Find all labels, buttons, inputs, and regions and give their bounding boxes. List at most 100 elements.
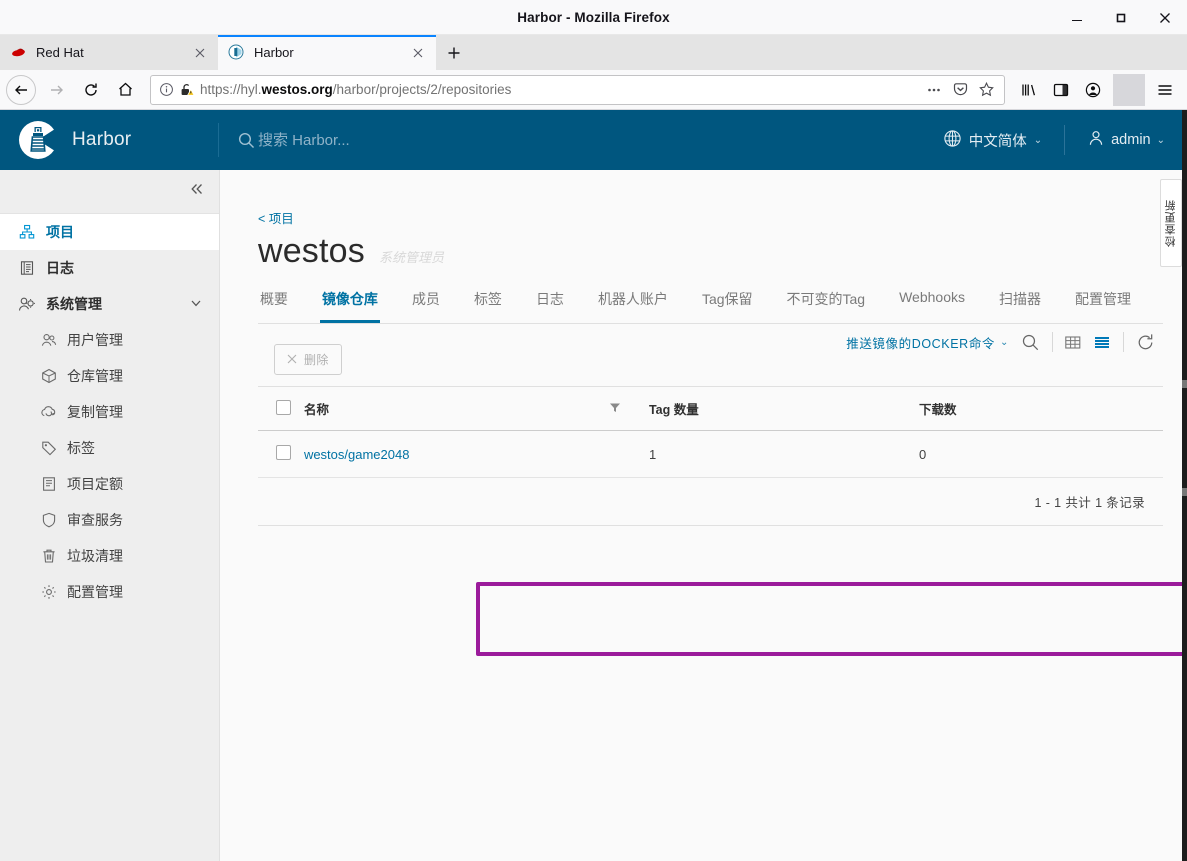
tab-tag-immutability[interactable]: 不可变的Tag bbox=[785, 279, 868, 323]
tab-labels[interactable]: 标签 bbox=[472, 279, 504, 323]
gear-icon bbox=[40, 584, 57, 601]
trash-icon bbox=[40, 548, 57, 565]
sidebar-item-registry-management[interactable]: 仓库管理 bbox=[0, 358, 219, 394]
harbor-search[interactable] bbox=[218, 123, 943, 157]
chevron-down-icon[interactable] bbox=[189, 296, 203, 313]
close-icon[interactable] bbox=[190, 43, 210, 63]
sidebar-collapse-button[interactable] bbox=[0, 170, 219, 214]
back-button[interactable] bbox=[6, 74, 36, 105]
tab-robot-accounts[interactable]: 机器人账户 bbox=[596, 279, 670, 323]
new-tab-button[interactable] bbox=[436, 35, 472, 70]
log-list-icon bbox=[18, 260, 35, 277]
browser-tab-harbor[interactable]: Harbor bbox=[218, 35, 436, 70]
sidebar-item-user-management[interactable]: 用户管理 bbox=[0, 322, 219, 358]
close-x-icon bbox=[287, 353, 297, 367]
account-icon[interactable] bbox=[1077, 74, 1109, 106]
window-title: Harbor - Mozilla Firefox bbox=[517, 9, 670, 25]
page-title: westos bbox=[257, 232, 365, 270]
select-all-checkbox[interactable] bbox=[275, 399, 291, 415]
url-text: https://hyl.westos.org/harbor/projects/2… bbox=[200, 82, 512, 97]
tab-webhooks[interactable]: Webhooks bbox=[897, 279, 967, 323]
repositories-toolbar: 删除 推送镜像的DOCKER命令 ⌄ bbox=[258, 324, 1163, 384]
sidebar: 项目 日志 系统管理 用户管理 仓库管理 复制管理 标签 项目定额 审查服务 垃… bbox=[0, 170, 220, 861]
sidebar-item-logs[interactable]: 日志 bbox=[0, 250, 219, 286]
ellipsis-icon[interactable] bbox=[922, 78, 946, 102]
magnifier-icon[interactable] bbox=[1021, 333, 1040, 352]
sidebar-item-label: 复制管理 bbox=[67, 404, 123, 420]
language-selector[interactable]: 中文简体 ⌄ bbox=[943, 129, 1064, 152]
sidebar-item-configuration[interactable]: 配置管理 bbox=[0, 574, 219, 610]
table-header: 名称 Tag 数量 下载数 bbox=[257, 387, 1163, 431]
reload-button[interactable] bbox=[74, 74, 108, 106]
tab-scanner[interactable]: 扫描器 bbox=[997, 279, 1043, 323]
library-icon[interactable] bbox=[1013, 74, 1045, 106]
minimize-button[interactable] bbox=[1055, 0, 1099, 35]
sidebar-item-garbage-collection[interactable]: 垃圾清理 bbox=[0, 538, 219, 574]
close-icon[interactable] bbox=[408, 43, 428, 63]
sidebar-item-label: 用户管理 bbox=[67, 332, 123, 348]
close-button[interactable] bbox=[1143, 0, 1187, 35]
repository-link[interactable]: westos/game2048 bbox=[304, 447, 410, 462]
column-header-name[interactable]: 名称 bbox=[303, 387, 649, 431]
delete-button[interactable]: 删除 bbox=[273, 344, 342, 375]
search-input[interactable] bbox=[258, 131, 578, 149]
column-header-tag-count[interactable]: Tag 数量 bbox=[648, 387, 919, 431]
grid-view-icon[interactable] bbox=[1065, 335, 1082, 350]
browser-tab-title: Red Hat bbox=[36, 45, 84, 60]
table-row[interactable]: westos/game2048 1 0 bbox=[257, 430, 1163, 478]
sidebar-item-labels[interactable]: 标签 bbox=[0, 430, 219, 466]
user-label: admin bbox=[1111, 132, 1151, 148]
sidebar-item-label: 垃圾清理 bbox=[67, 548, 123, 564]
delete-button-label: 删除 bbox=[303, 353, 329, 367]
browser-tab-title: Harbor bbox=[254, 45, 294, 60]
broken-lock-warning-icon[interactable] bbox=[179, 82, 195, 98]
sidebar-item-label: 标签 bbox=[67, 440, 95, 456]
url-bar[interactable]: https://hyl.westos.org/harbor/projects/2… bbox=[150, 74, 1005, 105]
list-view-icon[interactable] bbox=[1094, 335, 1111, 350]
cell-tag-count: 1 bbox=[648, 430, 919, 478]
table-body: westos/game2048 1 0 bbox=[257, 430, 1163, 478]
info-circle-icon[interactable] bbox=[159, 82, 174, 97]
pocket-icon[interactable] bbox=[948, 78, 972, 102]
tab-logs[interactable]: 日志 bbox=[534, 279, 566, 323]
toolbar-actions: 推送镜像的DOCKER命令 ⌄ bbox=[846, 332, 1155, 352]
star-icon[interactable] bbox=[974, 78, 998, 102]
tab-summary[interactable]: 概要 bbox=[258, 279, 290, 323]
user-menu[interactable]: admin ⌄ bbox=[1065, 129, 1165, 151]
sidebar-item-projects[interactable]: 项目 bbox=[0, 214, 219, 250]
row-checkbox[interactable] bbox=[275, 445, 291, 460]
sidebar-item-project-quotas[interactable]: 项目定额 bbox=[0, 466, 219, 502]
sidebar-item-label: 系统管理 bbox=[46, 296, 102, 312]
urlbar-actions bbox=[922, 78, 998, 102]
tab-members[interactable]: 成员 bbox=[410, 279, 442, 323]
project-header: westos 系统管理员 bbox=[258, 232, 1163, 271]
browser-tab-redhat[interactable]: Red Hat bbox=[0, 35, 218, 70]
breadcrumb-projects-link[interactable]: < 项目 bbox=[258, 170, 294, 227]
push-docker-command-button[interactable]: 推送镜像的DOCKER命令 ⌄ bbox=[846, 333, 1009, 352]
side-panel-tab[interactable]: 检查更新 bbox=[1160, 179, 1182, 267]
maximize-button[interactable] bbox=[1099, 0, 1143, 35]
shield-icon bbox=[40, 512, 57, 529]
sidebar-item-label: 仓库管理 bbox=[67, 368, 123, 384]
project-nodes-icon bbox=[18, 224, 35, 241]
sidebar-item-interrogation-services[interactable]: 审查服务 bbox=[0, 502, 219, 538]
sidebar-item-replication-management[interactable]: 复制管理 bbox=[0, 394, 219, 430]
filter-funnel-icon[interactable] bbox=[609, 401, 621, 416]
repositories-table: 名称 Tag 数量 下载数 westos/game2048 1 0 bbox=[257, 387, 1163, 478]
refresh-icon[interactable] bbox=[1136, 333, 1155, 352]
user-icon bbox=[1087, 129, 1105, 151]
table-pagination-summary: 1 - 1 共计 1 条记录 bbox=[257, 478, 1163, 526]
forward-button[interactable] bbox=[40, 74, 74, 106]
box-icon bbox=[40, 368, 57, 385]
sidebar-item-administration[interactable]: 系统管理 bbox=[0, 286, 219, 322]
home-button[interactable] bbox=[108, 74, 142, 106]
column-header-download-count[interactable]: 下载数 bbox=[918, 387, 1163, 431]
hamburger-menu-icon[interactable] bbox=[1149, 74, 1181, 106]
chevron-down-icon: ⌄ bbox=[1156, 134, 1165, 146]
harbor-brand[interactable]: Harbor bbox=[0, 120, 218, 160]
toolbar-divider bbox=[1123, 332, 1124, 352]
tab-configuration[interactable]: 配置管理 bbox=[1073, 279, 1133, 323]
tab-tag-retention[interactable]: Tag保留 bbox=[700, 279, 755, 323]
sidebar-icon[interactable] bbox=[1045, 74, 1077, 106]
tab-repositories[interactable]: 镜像仓库 bbox=[319, 279, 380, 323]
